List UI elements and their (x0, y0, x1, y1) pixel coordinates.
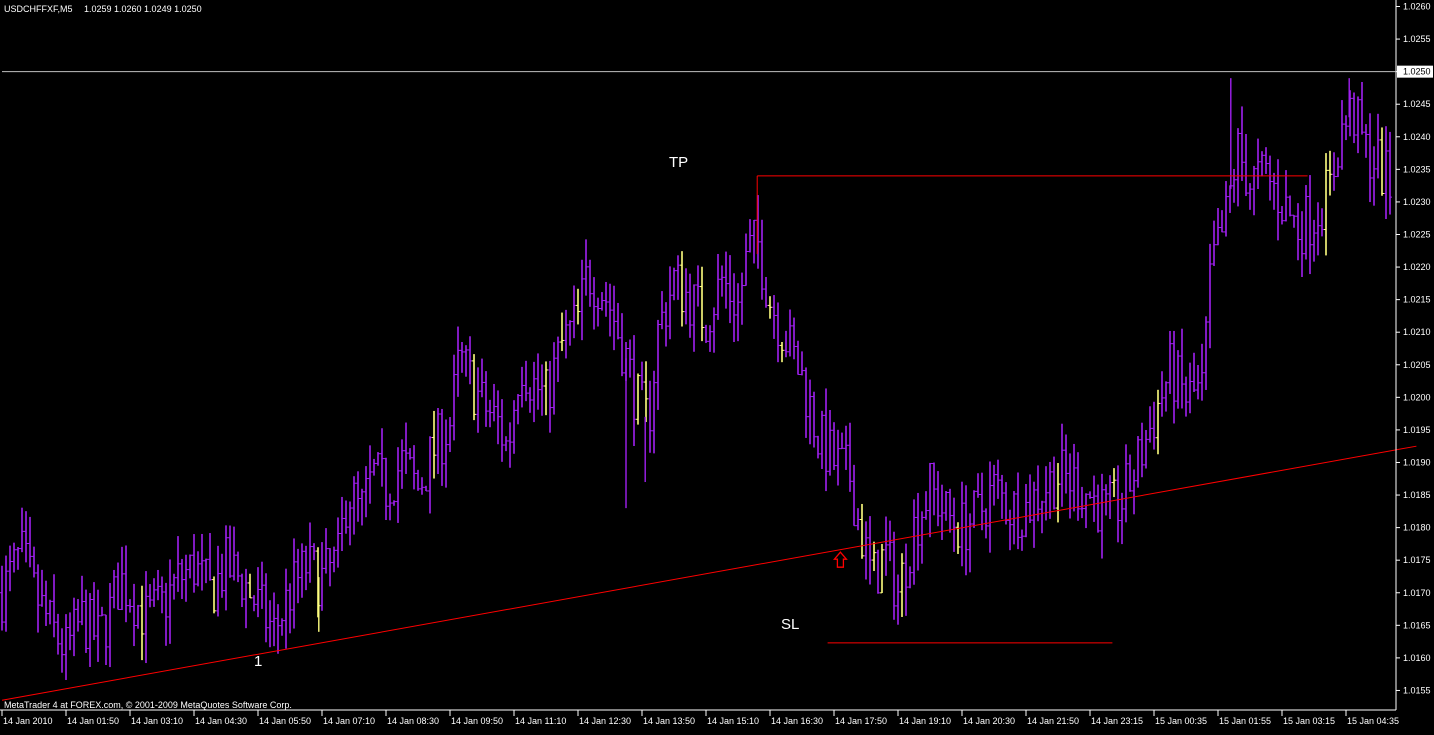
price-tick-label-19: 1.0165 (1403, 620, 1431, 630)
price-tick-label-10: 1.0210 (1403, 327, 1431, 337)
time-tick-label-8: 14 Jan 11:10 (515, 716, 566, 726)
price-tick-label-8: 1.0220 (1403, 262, 1431, 272)
price-tick-label-21: 1.0155 (1403, 685, 1431, 695)
time-tick-label-4: 14 Jan 05:50 (259, 716, 311, 726)
time-tick-label-20: 15 Jan 03:15 (1283, 716, 1335, 726)
current-price-tag-label: 1.0250 (1403, 67, 1431, 77)
chart-background (0, 0, 1434, 730)
price-tick-label-0: 1.0260 (1403, 2, 1431, 12)
copyright-footer: MetaTrader 4 at FOREX.com, © 2001-2009 M… (4, 700, 292, 710)
time-tick-label-18: 15 Jan 00:35 (1155, 716, 1207, 726)
chart-window[interactable]: USDCHFFXF,M5 1.0259 1.0260 1.0249 1.0250… (0, 0, 1434, 730)
price-tick-label-11: 1.0205 (1403, 360, 1431, 370)
time-tick-label-19: 15 Jan 01:55 (1219, 716, 1271, 726)
sl-label: SL (781, 616, 799, 633)
price-tick-label-12: 1.0200 (1403, 392, 1431, 402)
time-tick-label-10: 14 Jan 13:50 (643, 716, 695, 726)
price-tick-label-16: 1.0180 (1403, 523, 1431, 533)
time-tick-label-3: 14 Jan 04:30 (195, 716, 247, 726)
time-tick-label-15: 14 Jan 20:30 (963, 716, 1015, 726)
price-tick-label-4: 1.0240 (1403, 132, 1431, 142)
price-tick-label-1: 1.0255 (1403, 34, 1431, 44)
price-tick-label-6: 1.0230 (1403, 197, 1431, 207)
price-tick-label-18: 1.0170 (1403, 588, 1431, 598)
price-tick-label-7: 1.0225 (1403, 229, 1431, 239)
time-tick-label-16: 14 Jan 21:50 (1027, 716, 1079, 726)
time-tick-label-17: 14 Jan 23:15 (1091, 716, 1143, 726)
time-tick-label-0: 14 Jan 2010 (3, 716, 53, 726)
price-tick-label-3: 1.0245 (1403, 99, 1431, 109)
ohlc-values: 1.0259 1.0260 1.0249 1.0250 (84, 4, 202, 14)
time-tick-label-2: 14 Jan 03:10 (131, 716, 183, 726)
price-chart[interactable]: USDCHFFXF,M5 1.0259 1.0260 1.0249 1.0250… (0, 0, 1434, 730)
point-1-label: 1 (254, 653, 262, 670)
tp-label: TP (669, 154, 688, 171)
price-tick-label-14: 1.0190 (1403, 457, 1431, 467)
time-tick-label-21: 15 Jan 04:35 (1347, 716, 1399, 726)
price-tick-label-17: 1.0175 (1403, 555, 1431, 565)
time-tick-label-12: 14 Jan 16:30 (771, 716, 823, 726)
time-tick-label-5: 14 Jan 07:10 (323, 716, 375, 726)
time-tick-label-7: 14 Jan 09:50 (451, 716, 503, 726)
time-tick-label-1: 14 Jan 01:50 (67, 716, 119, 726)
price-tick-label-15: 1.0185 (1403, 490, 1431, 500)
time-tick-label-13: 14 Jan 17:50 (835, 716, 887, 726)
time-tick-label-6: 14 Jan 08:30 (387, 716, 439, 726)
price-tick-label-5: 1.0235 (1403, 164, 1431, 174)
price-tick-label-13: 1.0195 (1403, 425, 1431, 435)
price-tick-label-9: 1.0215 (1403, 295, 1431, 305)
symbol-label: USDCHFFXF,M5 (4, 4, 73, 14)
time-tick-label-14: 14 Jan 19:10 (899, 716, 951, 726)
time-tick-label-11: 14 Jan 15:10 (707, 716, 759, 726)
price-tick-label-20: 1.0160 (1403, 653, 1431, 663)
time-tick-label-9: 14 Jan 12:30 (579, 716, 631, 726)
